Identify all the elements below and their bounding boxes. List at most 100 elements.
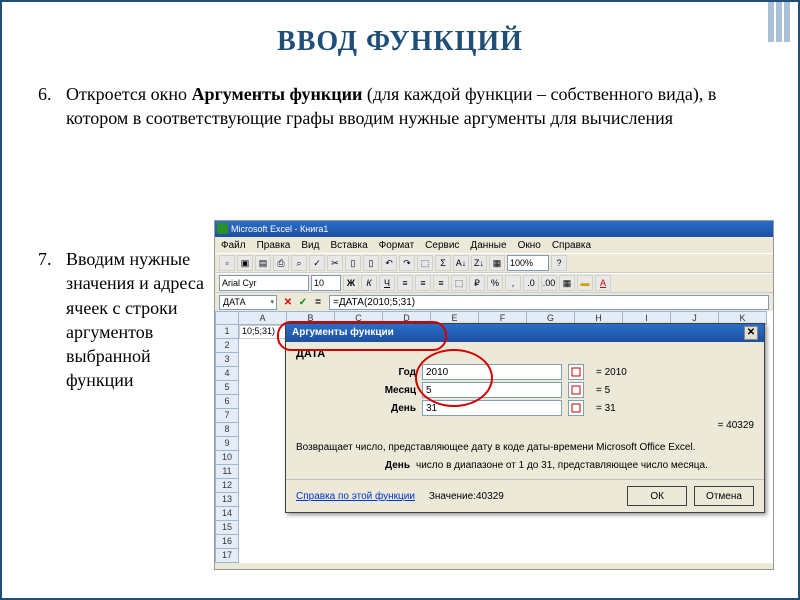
increase-decimal-icon[interactable]: .0	[523, 275, 539, 291]
sort-asc-icon[interactable]: A↓	[453, 255, 469, 271]
dialog-titlebar[interactable]: Аргументы функции ✕	[286, 324, 764, 342]
menu-window[interactable]: Окно	[518, 240, 541, 251]
window-titlebar: Microsoft Excel - Книга1	[215, 221, 773, 237]
menu-view[interactable]: Вид	[301, 240, 319, 251]
row-header[interactable]: 10	[215, 451, 239, 465]
menu-file[interactable]: Файл	[221, 240, 246, 251]
bold-icon[interactable]: Ж	[343, 275, 359, 291]
align-right-icon[interactable]: ≡	[433, 275, 449, 291]
preview-icon[interactable]: ⌕	[291, 255, 307, 271]
row-header[interactable]: 4	[215, 367, 239, 381]
standard-toolbar: ▫ ▣ ▤ ⎙ ⌕ ✓ ✂ ▯ ▯ ↶ ↷ ⬚ Σ A↓ Z↓ ▦ 100% ?	[215, 253, 773, 273]
row-header[interactable]: 16	[215, 535, 239, 549]
accept-formula-icon[interactable]: ✓	[296, 295, 310, 309]
item-number: 7.	[38, 247, 66, 393]
row-header[interactable]: 8	[215, 423, 239, 437]
autosum-icon[interactable]: Σ	[435, 255, 451, 271]
help-link[interactable]: Справка по этой функции	[296, 491, 415, 502]
function-description: Возвращает число, представляющее дату в …	[296, 441, 754, 454]
menu-data[interactable]: Данные	[470, 240, 506, 251]
spellcheck-icon[interactable]: ✓	[309, 255, 325, 271]
formula-input[interactable]: =ДАТА(2010;5;31)	[329, 295, 769, 310]
field-label: Месяц	[296, 385, 416, 396]
item-number: 6.	[38, 82, 66, 131]
chart-icon[interactable]: ▦	[489, 255, 505, 271]
year-input[interactable]: 2010	[422, 364, 562, 380]
row-header[interactable]: 3	[215, 353, 239, 367]
paste-icon[interactable]: ▯	[363, 255, 379, 271]
cut-icon[interactable]: ✂	[327, 255, 343, 271]
dialog-title-text: Аргументы функции	[292, 324, 394, 342]
comma-icon[interactable]: ,	[505, 275, 521, 291]
select-all-corner[interactable]	[215, 311, 239, 325]
col-header[interactable]: A	[239, 311, 287, 325]
value-label: Значение:40329	[429, 491, 504, 502]
merge-icon[interactable]: ⬚	[451, 275, 467, 291]
row-header[interactable]: 9	[215, 437, 239, 451]
slide: ВВОД ФУНКЦИЙ 6. Откроется окно Аргументы…	[0, 0, 800, 600]
align-center-icon[interactable]: ≡	[415, 275, 431, 291]
ref-selector-icon[interactable]	[568, 400, 584, 416]
menu-tools[interactable]: Сервис	[425, 240, 459, 251]
row-header[interactable]: 11	[215, 465, 239, 479]
function-name: ДАТА	[296, 348, 754, 360]
zoom-select[interactable]: 100%	[507, 255, 549, 271]
field-day: День 31 = 31	[296, 400, 754, 416]
underline-icon[interactable]: Ч	[379, 275, 395, 291]
cell-a1[interactable]: 10;5;31)	[239, 325, 287, 339]
save-icon[interactable]: ▤	[255, 255, 271, 271]
print-icon[interactable]: ⎙	[273, 255, 289, 271]
help-icon[interactable]: ?	[551, 255, 567, 271]
menu-format[interactable]: Формат	[379, 240, 415, 251]
fx-icon[interactable]: =	[311, 295, 325, 309]
row-header[interactable]: 7	[215, 409, 239, 423]
align-left-icon[interactable]: ≡	[397, 275, 413, 291]
fontsize-select[interactable]: 10	[311, 275, 341, 291]
day-input[interactable]: 31	[422, 400, 562, 416]
row-headers: 1 2 3 4 5 6 7 8 9 10 11 12 13 14 15 16 1	[215, 325, 239, 563]
decrease-decimal-icon[interactable]: .00	[541, 275, 557, 291]
excel-screenshot: Microsoft Excel - Книга1 Файл Правка Вид…	[214, 220, 774, 570]
redo-icon[interactable]: ↷	[399, 255, 415, 271]
undo-icon[interactable]: ↶	[381, 255, 397, 271]
font-color-icon[interactable]: A	[595, 275, 611, 291]
field-label: День	[296, 403, 416, 414]
name-box[interactable]: ДАТА	[219, 295, 277, 310]
slide-title: ВВОД ФУНКЦИЙ	[2, 26, 798, 58]
row-header[interactable]: 12	[215, 479, 239, 493]
ref-selector-icon[interactable]	[568, 382, 584, 398]
row-header[interactable]: 5	[215, 381, 239, 395]
field-result: = 2010	[596, 367, 627, 378]
row-header[interactable]: 15	[215, 521, 239, 535]
ok-button[interactable]: ОК	[627, 486, 687, 506]
copy-icon[interactable]: ▯	[345, 255, 361, 271]
menu-insert[interactable]: Вставка	[330, 240, 367, 251]
row-header[interactable]: 2	[215, 339, 239, 353]
close-icon[interactable]: ✕	[744, 326, 758, 340]
list-item-7: 7. Вводим нужные значения и адреса ячеек…	[38, 247, 208, 393]
ref-selector-icon[interactable]	[568, 364, 584, 380]
menu-help[interactable]: Справка	[552, 240, 591, 251]
month-input[interactable]: 5	[422, 382, 562, 398]
sort-desc-icon[interactable]: Z↓	[471, 255, 487, 271]
row-header[interactable]: 14	[215, 507, 239, 521]
cancel-button[interactable]: Отмена	[694, 486, 754, 506]
row-header[interactable]: 17	[215, 549, 239, 563]
new-icon[interactable]: ▫	[219, 255, 235, 271]
font-select[interactable]: Arial Cyr	[219, 275, 309, 291]
percent-icon[interactable]: %	[487, 275, 503, 291]
hyperlink-icon[interactable]: ⬚	[417, 255, 433, 271]
fill-color-icon[interactable]: ▬	[577, 275, 593, 291]
menu-edit[interactable]: Правка	[257, 240, 291, 251]
function-arguments-dialog: Аргументы функции ✕ ДАТА Год 2010 = 2010…	[285, 323, 765, 513]
italic-icon[interactable]: К	[361, 275, 377, 291]
cancel-formula-icon[interactable]: ✕	[281, 295, 295, 309]
row-header[interactable]: 1	[215, 325, 239, 339]
currency-icon[interactable]: ₽	[469, 275, 485, 291]
row-header[interactable]: 13	[215, 493, 239, 507]
field-result: = 5	[596, 385, 610, 396]
field-result: = 31	[596, 403, 616, 414]
row-header[interactable]: 6	[215, 395, 239, 409]
open-icon[interactable]: ▣	[237, 255, 253, 271]
borders-icon[interactable]: ▦	[559, 275, 575, 291]
